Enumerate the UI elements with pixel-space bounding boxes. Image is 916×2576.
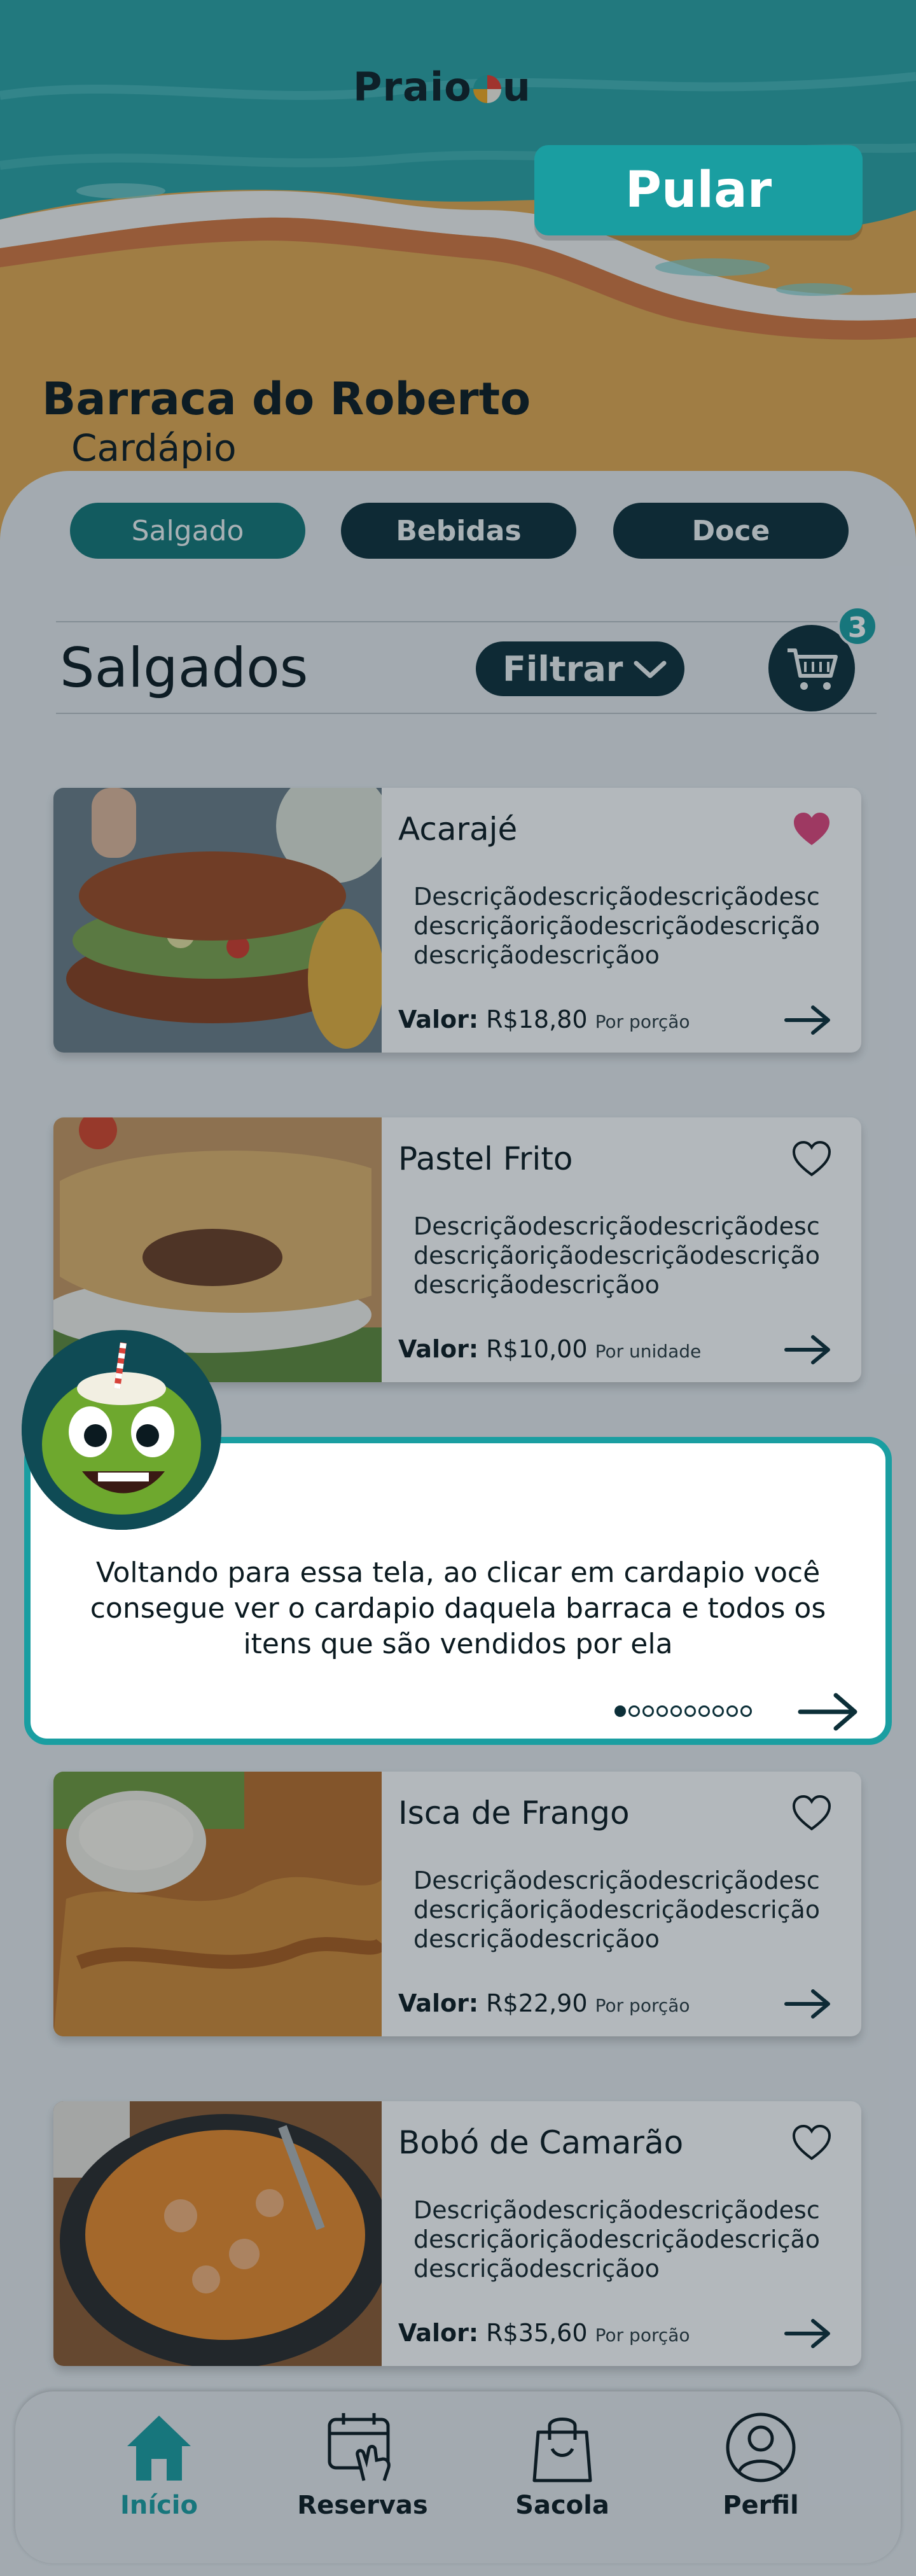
progress-dot xyxy=(740,1705,752,1717)
skip-button[interactable]: Pular xyxy=(534,145,863,235)
progress-dot xyxy=(726,1705,738,1717)
next-arrow-icon[interactable] xyxy=(798,1691,859,1732)
progress-dot xyxy=(628,1705,640,1717)
progress-dot xyxy=(614,1705,626,1717)
tutorial-overlay[interactable] xyxy=(0,0,916,2576)
progress-dot xyxy=(712,1705,724,1717)
progress-dot xyxy=(670,1705,682,1717)
tutorial-progress-dots xyxy=(614,1704,754,1717)
coconut-mascot xyxy=(22,1330,221,1530)
progress-dot xyxy=(656,1705,668,1717)
progress-dot xyxy=(642,1705,654,1717)
progress-dot xyxy=(684,1705,696,1717)
tutorial-text: Voltando para essa tela, ao clicar em ca… xyxy=(90,1557,826,1660)
progress-dot xyxy=(698,1705,710,1717)
